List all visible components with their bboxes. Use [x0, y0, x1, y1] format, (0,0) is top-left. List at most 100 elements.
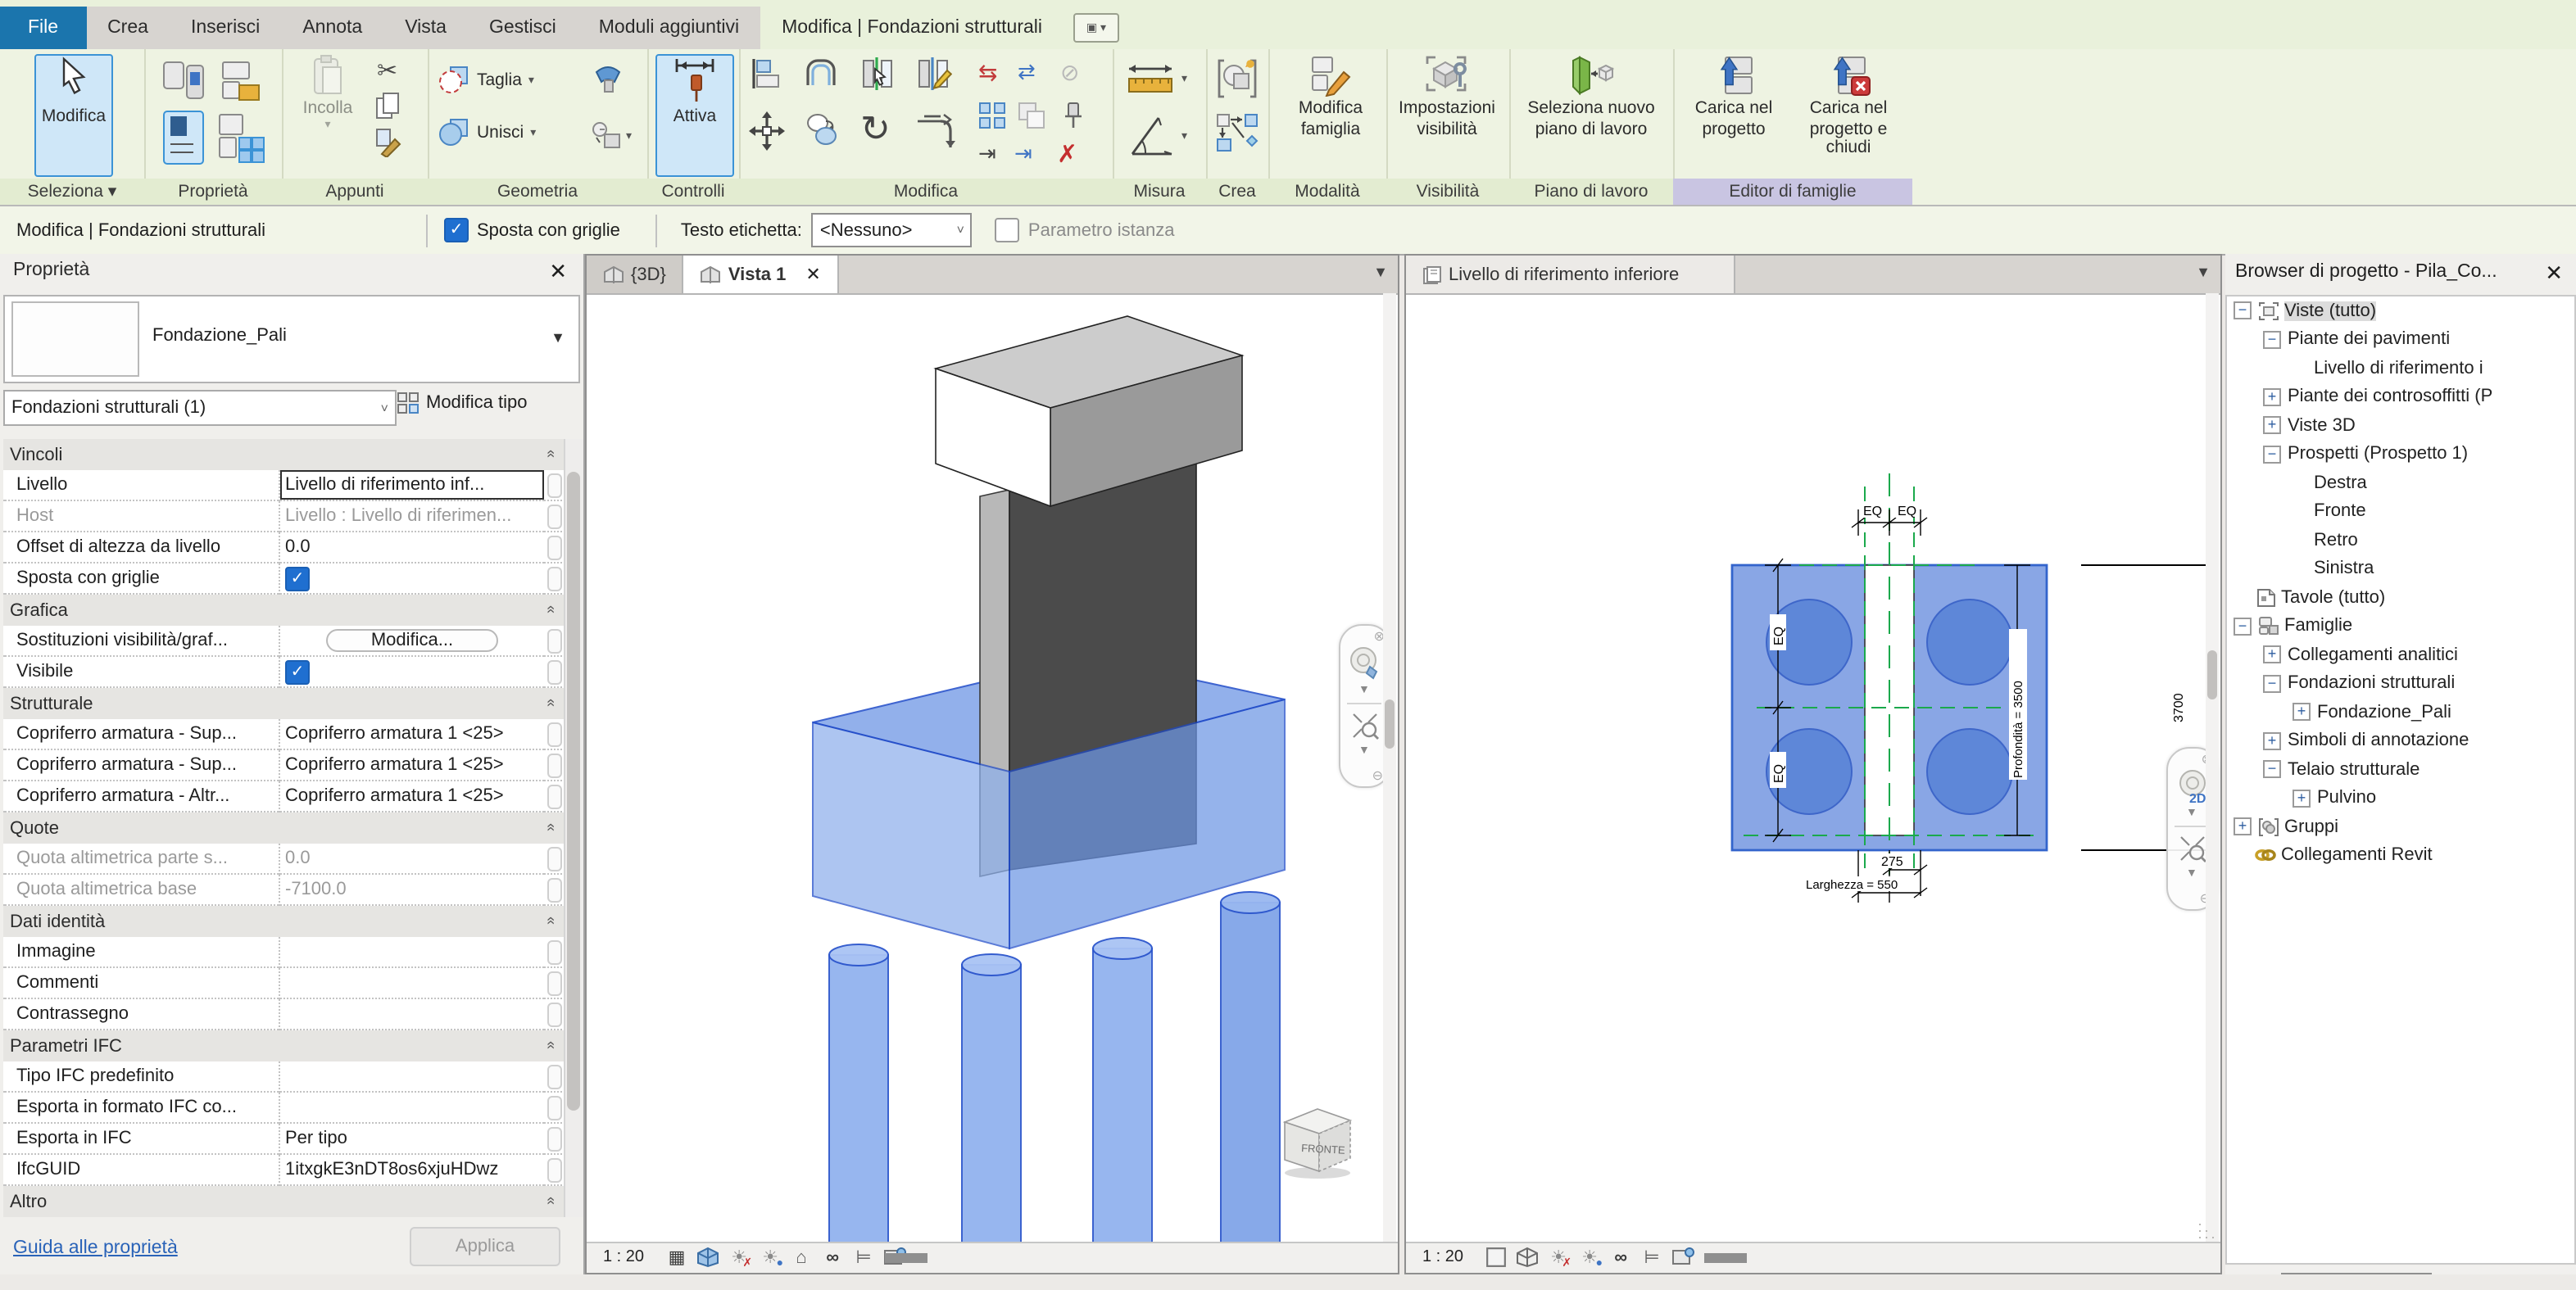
tab-3d[interactable]: {3D} — [587, 256, 684, 293]
browser-item-fronte[interactable]: Fronte — [2227, 497, 2574, 526]
array-icon[interactable] — [978, 102, 1006, 129]
collapse-icon[interactable]: « — [543, 917, 560, 925]
browser-item-label[interactable]: Destra — [2314, 473, 2367, 493]
reveal-hidden-icon[interactable]: ∞ — [821, 1247, 844, 1268]
mirror-axis-icon[interactable]: ⇆ — [978, 59, 997, 87]
viewcube[interactable]: FRONTE — [1275, 1099, 1360, 1181]
property-checkbox[interactable]: ✓ — [285, 659, 310, 684]
property-value[interactable]: ✓ — [279, 564, 544, 595]
navbar-minimize-icon[interactable]: ⊖ — [1372, 768, 1383, 783]
load-into-project-close-button[interactable]: Carica nel progetto e chiudi — [1791, 54, 1906, 174]
associate-parameter-button[interactable] — [544, 1093, 565, 1124]
properties-help-link[interactable]: Guida alle proprietà — [13, 1238, 178, 1257]
property-value[interactable]: Copriferro armatura 1 <25> — [279, 781, 544, 812]
browser-item-pulvino[interactable]: +Pulvino — [2227, 784, 2574, 812]
plan-canvas[interactable]: EQ EQ EQ EQ Profondità = 3500 3700 275 L… — [1406, 293, 2220, 1243]
lock-view-icon[interactable]: ⊨ — [852, 1247, 875, 1268]
modify-button[interactable]: Modifica — [34, 54, 113, 177]
property-value[interactable]: Copriferro armatura 1 <25> — [279, 750, 544, 781]
browser-item-label[interactable]: Fondazione_Pali — [2317, 703, 2451, 722]
property-section-grafica[interactable]: Grafica« — [3, 595, 565, 626]
browser-item-tavole-tutto-[interactable]: Tavole (tutto) — [2227, 583, 2574, 612]
sun-path-icon-2[interactable]: ☀✗ — [1547, 1247, 1570, 1268]
browser-item-label[interactable]: Sinistra — [2314, 559, 2374, 579]
browser-item-label[interactable]: Piante dei pavimenti — [2288, 330, 2450, 350]
scale-label[interactable]: 1 : 20 — [603, 1248, 644, 1266]
browser-item-label[interactable]: Gruppi — [2284, 817, 2338, 837]
property-section-dati-identit-[interactable]: Dati identità« — [3, 906, 565, 937]
tab-livello-riferimento[interactable]: Livello di riferimento inferiore — [1406, 256, 1735, 293]
expand-node-icon[interactable]: + — [2263, 732, 2281, 750]
browser-item-fondazione-pali[interactable]: +Fondazione_Pali — [2227, 698, 2574, 726]
properties-panel-icons[interactable] — [161, 59, 265, 167]
property-value[interactable] — [279, 1061, 544, 1093]
ribbon-tab-crea[interactable]: Crea — [86, 7, 170, 49]
ribbon-tab-inserisci[interactable]: Inserisci — [170, 7, 281, 49]
browser-item-label[interactable]: Fondazioni strutturali — [2288, 674, 2455, 694]
lock-view-icon-2[interactable]: ⊨ — [1640, 1247, 1663, 1268]
viewport1-hscrollbar-thumb[interactable] — [885, 1252, 927, 1262]
tab-vista-1[interactable]: Vista 1 ✕ — [684, 256, 839, 293]
copy-element-icon[interactable] — [805, 111, 841, 147]
collapse-node-icon[interactable]: − — [2263, 331, 2281, 349]
collapse-icon[interactable]: « — [543, 1041, 560, 1049]
browser-item-famiglie[interactable]: −Famiglie — [2227, 612, 2574, 640]
property-section-vincoli[interactable]: Vincoli« — [3, 439, 565, 470]
scale-label-2[interactable]: 1 : 20 — [1422, 1248, 1463, 1266]
visual-style-icon-2[interactable] — [1516, 1247, 1539, 1268]
cope-button[interactable]: ▾ — [592, 121, 632, 151]
type-dropdown-icon[interactable]: ▼ — [551, 329, 565, 346]
browser-item-retro[interactable]: Retro — [2227, 526, 2574, 554]
instance-parameter-checkbox[interactable] — [995, 218, 1020, 242]
panel-label-seleziona[interactable]: Seleziona ▾ — [0, 179, 144, 205]
browser-item-prospetti-prospetto-1-[interactable]: −Prospetti (Prospetto 1) — [2227, 440, 2574, 468]
expand-node-icon[interactable]: + — [2263, 646, 2281, 664]
unpin-icon[interactable]: ⊘ — [1060, 59, 1079, 87]
browser-item-label[interactable]: Viste (tutto) — [2284, 301, 2376, 321]
property-section-strutturale[interactable]: Strutturale« — [3, 688, 565, 719]
scale-icon[interactable] — [1018, 102, 1045, 129]
property-value[interactable]: 1itxgkE3nDT8os6xjuHDwz — [279, 1155, 544, 1186]
trim-extend-icon[interactable] — [916, 111, 955, 151]
associate-parameter-button[interactable] — [544, 875, 565, 906]
expand-node-icon[interactable]: + — [2234, 818, 2252, 836]
collapse-node-icon[interactable]: − — [2263, 675, 2281, 693]
property-value[interactable] — [279, 968, 544, 999]
view-tab-menu-icon[interactable]: ▼ — [1373, 264, 1388, 280]
browser-item-viste-tutto-[interactable]: −Viste (tutto) — [2227, 296, 2574, 325]
detail-level-icon-2[interactable] — [1485, 1247, 1508, 1268]
browser-item-collegamenti-analitici[interactable]: +Collegamenti analitici — [2227, 640, 2574, 669]
browser-item-label[interactable]: Telaio strutturale — [2288, 760, 2420, 780]
cut-geometry-button[interactable]: Taglia▾ — [438, 66, 534, 95]
associate-parameter-button[interactable] — [544, 719, 565, 750]
browser-item-label[interactable]: Piante dei controsoffitti (P — [2288, 387, 2492, 407]
property-value[interactable]: ✓ — [279, 657, 544, 688]
collapse-icon[interactable]: « — [543, 605, 560, 613]
associate-parameter-button[interactable] — [544, 657, 565, 688]
property-section-parametri-ifc[interactable]: Parametri IFC« — [3, 1030, 565, 1061]
collapse-icon[interactable]: « — [543, 450, 560, 458]
property-value[interactable]: Copriferro armatura 1 <25> — [279, 719, 544, 750]
viewport1-vscrollbar[interactable] — [1383, 293, 1396, 1242]
align-multi-icon[interactable]: ⇥ — [1014, 141, 1032, 167]
browser-item-label[interactable]: Pulvino — [2317, 789, 2376, 808]
browser-item-label[interactable]: Prospetti (Prospetto 1) — [2288, 445, 2468, 464]
ribbon-tab-moduli-aggiuntivi[interactable]: Moduli aggiuntivi — [578, 7, 760, 49]
property-value[interactable]: Livello di riferimento inf... — [279, 470, 544, 501]
associate-parameter-button[interactable] — [544, 937, 565, 968]
browser-item-viste-3d[interactable]: +Viste 3D — [2227, 411, 2574, 440]
collapse-icon[interactable]: « — [543, 1197, 560, 1205]
property-value[interactable]: Modifica... — [279, 626, 544, 657]
property-value[interactable]: Per tipo — [279, 1124, 544, 1155]
viewport2-hscrollbar-thumb[interactable] — [1704, 1252, 1747, 1262]
window-resize-grip[interactable]: ······ — [2197, 1220, 2217, 1239]
create-group-icon[interactable] — [1216, 57, 1259, 100]
browser-item-piante-dei-controsoffitti-p[interactable]: + Piante dei controsoffitti (P — [2227, 382, 2574, 411]
split-with-gap-icon[interactable] — [916, 56, 952, 92]
associate-parameter-button[interactable] — [544, 750, 565, 781]
collapse-node-icon[interactable]: − — [2263, 446, 2281, 464]
paint-icon[interactable] — [592, 62, 624, 95]
associate-parameter-button[interactable] — [544, 968, 565, 999]
browser-item-label[interactable]: Simboli di annotazione — [2288, 731, 2469, 751]
expand-node-icon[interactable]: + — [2263, 388, 2281, 406]
